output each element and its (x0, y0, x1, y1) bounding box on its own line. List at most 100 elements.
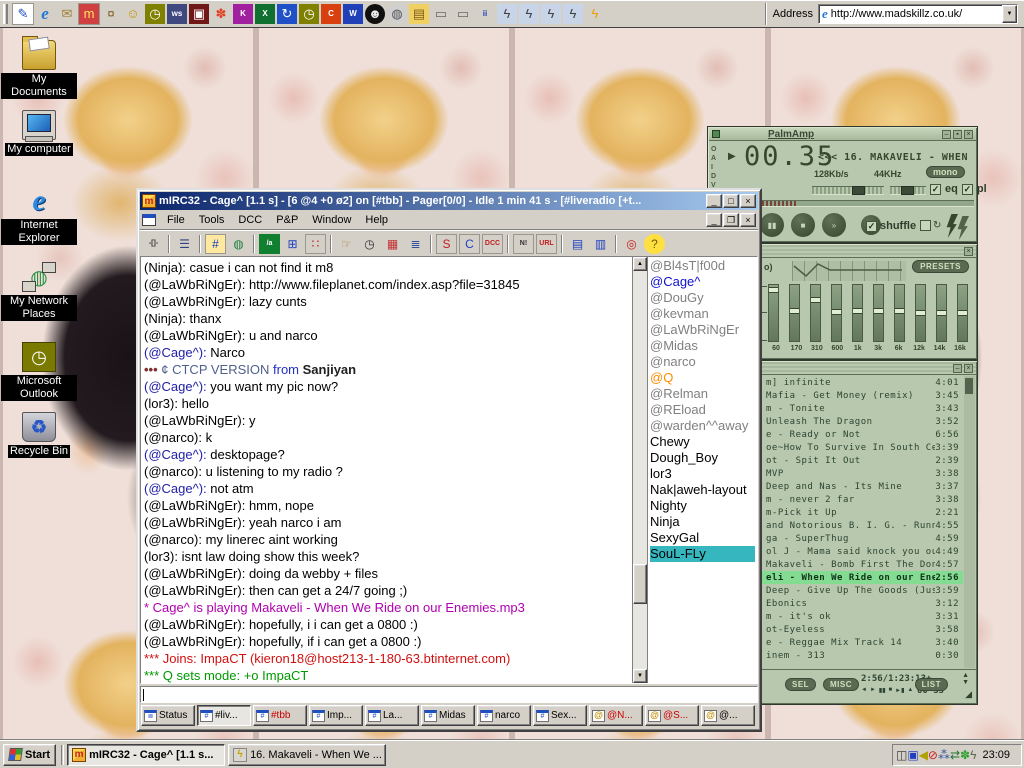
switchbar-button[interactable]: @@S... (645, 705, 699, 726)
help-icon[interactable]: ◎ (621, 234, 642, 254)
eq-band-16k[interactable] (957, 284, 968, 342)
switchbar-button[interactable]: ##liv... (197, 705, 251, 726)
menu-window[interactable]: Window (305, 212, 358, 228)
word-icon[interactable]: W (343, 4, 363, 24)
winamp-clutterbar[interactable]: OAIDV (711, 145, 716, 190)
balance-slider[interactable] (890, 186, 926, 195)
volume-slider[interactable] (812, 186, 884, 195)
eq-thumb[interactable] (937, 310, 946, 316)
display-tray-icon[interactable]: ▣ (907, 748, 918, 762)
desktop-icon-my-network-places[interactable]: ◍My Network Places (0, 262, 78, 321)
balance-thumb[interactable] (901, 186, 914, 195)
taskbar-divider[interactable] (61, 745, 64, 765)
next-button[interactable]: ►▮ (895, 687, 904, 694)
eq-thumb[interactable] (916, 310, 925, 316)
stop-button[interactable]: ■ (889, 687, 893, 694)
volume-thumb[interactable] (852, 186, 865, 195)
eq-band-310[interactable] (810, 284, 821, 342)
sel-button[interactable]: SEL (785, 678, 816, 691)
nick-item[interactable]: @Cage^ (650, 274, 755, 290)
pl-toggle-label[interactable]: pl (977, 183, 987, 195)
mirc-launch-icon[interactable]: m (79, 4, 99, 24)
mirc-titlebar[interactable]: m mIRC32 - Cage^ [1.1 s] - [6 @4 +0 ø2] … (140, 192, 758, 210)
eq-thumb[interactable] (895, 308, 904, 314)
eq-toggle-checkbox[interactable]: ✓ (930, 184, 941, 195)
nick-item[interactable]: @LaWbRiNgEr (650, 322, 755, 338)
menu-dcc[interactable]: DCC (231, 212, 269, 228)
timer-icon[interactable]: ◷ (359, 234, 380, 254)
remote-icon[interactable]: ∷ (305, 234, 326, 254)
eq-band-1k[interactable] (852, 284, 863, 342)
eq-band-12k[interactable] (915, 284, 926, 342)
track-title-marquee[interactable]: <<< 16. MAKAVELI - WHEN WE RI (818, 152, 974, 163)
dcc-icon[interactable]: DCC (482, 234, 503, 254)
internet-explorer-icon[interactable]: e (35, 4, 55, 24)
scroll-up-button[interactable]: ▲ (633, 257, 647, 271)
url-icon[interactable]: URL (536, 234, 557, 254)
close-button[interactable]: × (740, 194, 756, 208)
playlist-scrollbar[interactable] (964, 376, 975, 668)
dialup-icon-3[interactable]: ϟ (541, 4, 561, 24)
about-icon[interactable]: ? (644, 234, 665, 254)
close-button[interactable]: × (964, 247, 973, 256)
pause-button[interactable]: ▮▮ (879, 687, 886, 694)
eject-button[interactable]: ▲ (907, 687, 913, 694)
minimize-button[interactable]: – (942, 130, 951, 139)
desktop-icon-recycle-bin[interactable]: ♻Recycle Bin (0, 412, 78, 458)
pause-button[interactable]: ▮▮ (760, 213, 784, 237)
nick-item[interactable]: @Relman (650, 386, 755, 402)
mirc-app-icon[interactable]: m (142, 194, 156, 208)
clutter-i[interactable]: I (711, 163, 716, 172)
outlook-clock-icon[interactable]: ◷ (145, 4, 165, 24)
notify-icon[interactable]: N! (513, 234, 534, 254)
resize-corner-icon[interactable]: ◢ (965, 689, 972, 700)
chat-area[interactable]: (Ninja): casue i can not find it m8(@LaW… (141, 257, 632, 683)
eq-band-60[interactable] (768, 284, 779, 342)
nick-item[interactable]: @warden^^away (650, 418, 755, 434)
address-input[interactable] (831, 6, 1002, 22)
icq-flower-tray-icon[interactable]: ✽ (960, 748, 970, 762)
clutter-a[interactable]: A (711, 154, 716, 163)
dialup-icon-4[interactable]: ϟ (563, 4, 583, 24)
nick-item[interactable]: SexyGal (650, 530, 755, 546)
shade-button[interactable]: – (953, 364, 962, 373)
nick-item[interactable]: Nak|aweh-layout (650, 482, 755, 498)
menu-tools[interactable]: Tools (192, 212, 232, 228)
maximize-button[interactable]: □ (723, 194, 739, 208)
desktop-icon-internet-explorer[interactable]: eInternet Explorer (0, 186, 78, 245)
switchbar-button[interactable]: #Imp... (309, 705, 363, 726)
nick-item[interactable]: @REload (650, 402, 755, 418)
ws-ftp-icon[interactable]: ws (167, 4, 187, 24)
toolbar-grip[interactable] (3, 4, 8, 24)
minimize-button[interactable]: _ (706, 194, 722, 208)
window-split-icon[interactable]: ▤ (567, 234, 588, 254)
mail-send-icon[interactable]: ✉ (57, 4, 77, 24)
users-icon[interactable]: ii (475, 4, 495, 24)
eq-thumb[interactable] (832, 309, 841, 315)
sphere-icon[interactable]: ◍ (387, 4, 407, 24)
eq-thumb[interactable] (874, 308, 883, 314)
playlist-scroll-buttons[interactable]: ▲▼ (962, 672, 969, 686)
finger-icon[interactable]: ☞ (336, 234, 357, 254)
switchbar-button[interactable]: ##tbb (253, 705, 307, 726)
acdsee-icon[interactable]: ✽ (211, 4, 231, 24)
address-dropdown-button[interactable]: ▼ (1002, 5, 1017, 23)
eq-toggle-label[interactable]: eq (945, 183, 958, 195)
prev-button[interactable]: ◄ (861, 687, 867, 694)
popups-icon[interactable]: ⊞ (282, 234, 303, 254)
eq-band-170[interactable] (789, 284, 800, 342)
face-icon[interactable]: ☻ (365, 4, 385, 24)
chat-scrollbar[interactable]: ▲ ▼ (632, 257, 647, 683)
arrow-down-icon[interactable]: ▼ (962, 679, 969, 686)
sync-icon[interactable]: ↻ (277, 4, 297, 24)
stop-button[interactable]: ■ (791, 213, 815, 237)
colors-icon[interactable]: ▦ (382, 234, 403, 254)
shuffle-checkbox[interactable]: ✓ (866, 221, 877, 232)
eq-band-600[interactable] (831, 284, 842, 342)
network-tray-icon[interactable]: ⇄ (950, 748, 960, 762)
repeat-checkbox[interactable] (920, 220, 931, 231)
clock-icon[interactable]: ◷ (299, 4, 319, 24)
menu-help[interactable]: Help (358, 212, 395, 228)
scroll-down-button[interactable]: ▼ (633, 669, 647, 683)
switchbar-button[interactable]: #narco (477, 705, 531, 726)
